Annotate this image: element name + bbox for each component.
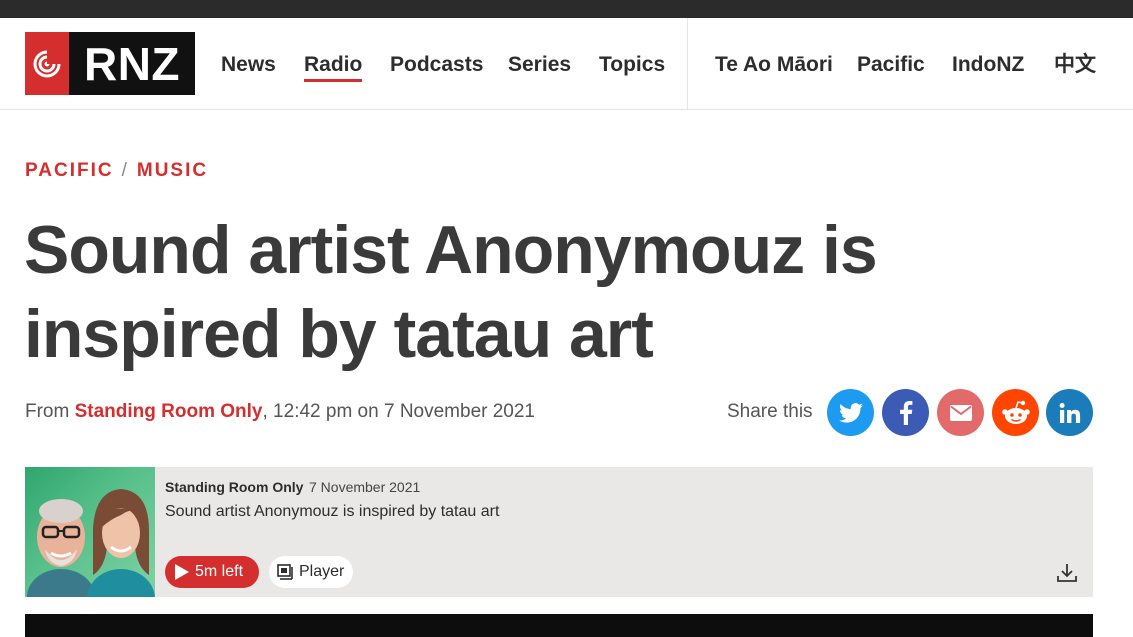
play-time-left: 5m left: [195, 563, 244, 580]
program-name[interactable]: Standing Room Only: [165, 479, 303, 495]
share-facebook-button[interactable]: [882, 389, 929, 436]
open-player-button[interactable]: Player: [269, 556, 353, 588]
nav-radio[interactable]: Radio: [304, 52, 363, 82]
twitter-icon: [838, 402, 863, 423]
byline: From Standing Room Only, 12:42 pm on 7 N…: [25, 401, 535, 423]
nav-te-ao-maori[interactable]: Te Ao Māori: [715, 52, 833, 78]
share-reddit-button[interactable]: [992, 389, 1039, 436]
facebook-icon: [899, 400, 912, 425]
nav-series[interactable]: Series: [508, 52, 571, 78]
breadcrumb: PACIFIC / MUSIC: [25, 160, 208, 182]
download-button[interactable]: [1055, 561, 1079, 585]
download-icon: [1057, 564, 1077, 582]
rnz-logo[interactable]: RNZ: [25, 32, 195, 95]
share-label: Share this: [727, 401, 813, 422]
player-window-icon: [277, 564, 293, 580]
nav-topics[interactable]: Topics: [599, 52, 665, 78]
nav-pacific[interactable]: Pacific: [857, 52, 925, 78]
byline-time: , 12:42 pm on 7 November 2021: [262, 401, 536, 422]
player-label: Player: [299, 563, 345, 580]
byline-source-link[interactable]: Standing Room Only: [75, 401, 263, 422]
page-title: Sound artist Anonymouz is inspired by ta…: [24, 212, 878, 372]
share-twitter-button[interactable]: [827, 389, 874, 436]
browser-top-bar: [0, 0, 1133, 18]
play-button[interactable]: 5m left: [165, 556, 259, 588]
rnz-logo-mark-icon: [25, 32, 69, 95]
audio-player-card: Standing Room Only 7 November 2021 Sound…: [25, 467, 1093, 597]
linkedin-icon: [1059, 402, 1080, 423]
program-date: 7 November 2021: [309, 479, 421, 495]
nav-divider: [687, 18, 688, 110]
byline-prefix: From: [25, 401, 70, 422]
reddit-icon: [1001, 400, 1030, 424]
program-thumbnail: [25, 467, 155, 597]
breadcrumb-music[interactable]: MUSIC: [137, 160, 208, 181]
nav-chinese[interactable]: 中文: [1054, 52, 1096, 78]
site-header: RNZ News Radio Podcasts Series Topics Te…: [0, 18, 1133, 110]
share-linkedin-button[interactable]: [1046, 389, 1093, 436]
share-email-button[interactable]: [937, 389, 984, 436]
breadcrumb-separator: /: [121, 160, 129, 181]
nav-podcasts[interactable]: Podcasts: [390, 52, 483, 78]
nav-news[interactable]: News: [221, 52, 276, 78]
play-icon: [175, 564, 189, 580]
rnz-logo-text: RNZ: [69, 32, 195, 95]
nav-indonz[interactable]: IndoNZ: [952, 52, 1024, 78]
video-player[interactable]: [25, 614, 1093, 637]
email-icon: [949, 404, 972, 421]
episode-title: Sound artist Anonymouz is inspired by ta…: [165, 503, 500, 520]
breadcrumb-pacific[interactable]: PACIFIC: [25, 160, 114, 181]
